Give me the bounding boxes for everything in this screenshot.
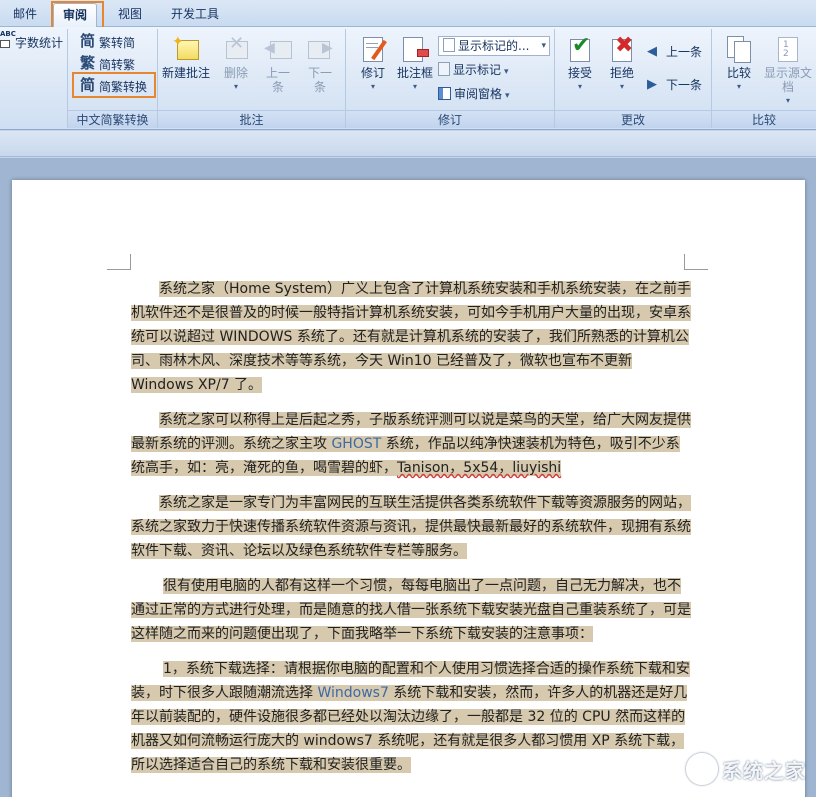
reject-button[interactable]: ✖ 拒绝 ▾ [597,35,647,94]
show-markup-button[interactable]: 显示标记 ▾ [438,61,509,80]
display-markup-icon [443,38,455,52]
paragraph-2-keyword: GHOST [331,436,382,452]
compare-dropdown-icon: ▾ [736,82,741,91]
traditional-to-simplified-button[interactable]: 简繁转简 [80,32,136,53]
paragraph-1-text: 系统之家（Home System）广义上包含了计算机系统安装和手机系统安装，在之… [131,281,691,393]
show-source-documents-button[interactable]: 12 显示源文档 ▾ [762,35,814,108]
annotation-highlight-conversion [72,72,156,98]
watermark: 系统之家 [686,749,806,791]
paragraph-5[interactable]: 1，系统下载选择：请根据你电脑的配置和个人使用习惯选择合适的操作系统下载和安装，… [131,657,691,777]
tab-developer[interactable]: 开发工具 [162,3,228,27]
compare-button[interactable]: 比较 ▾ [714,35,764,94]
previous-change-icon: ◀ [647,44,657,59]
previous-change-button[interactable]: ◀ 上一条 [647,43,702,62]
paragraph-4-text: 很有使用电脑的人都有这样一个习惯，每每电脑出了一点问题，自己无力解决，也不通过正… [131,578,691,642]
group-comments: ✦ 新建批注 ✕ 删除 ▾ ◀ 上一条 ▶ 下一条 批注 [158,29,346,128]
group-changes: ✔ 接受 ▾ ✖ 拒绝 ▾ ◀ 上一条 ▶ 下一条 更改 [555,29,712,128]
ribbon-tab-bar: 邮件 审阅 视图 开发工具 [0,0,816,27]
next-comment-icon: ▶ [306,35,334,63]
label-show-source: 显示源文档 [763,66,812,94]
watermark-logo-icon [686,753,718,785]
show-markup-icon [438,62,450,76]
ruler-strip [0,131,816,157]
display-for-review-select[interactable]: 显示标记的... ▾ [438,36,550,56]
group-compare: 比较 ▾ 12 显示源文档 ▾ 比较 [712,29,816,128]
watermark-text: 系统之家 [722,759,806,783]
label-previous-comment: 上一条 [265,66,290,94]
group-label-tracking: 修订 [346,110,554,128]
group-label-compare: 比较 [712,110,816,128]
display-markup-chevron-down-icon: ▾ [541,41,546,51]
label-next-change: 下一条 [666,78,703,92]
tab-mailings[interactable]: 邮件 [4,3,46,27]
reviewing-pane-chevron-down-icon: ▾ [505,91,510,101]
document-canvas[interactable]: 系统之家（Home System）广义上包含了计算机系统安装和手机系统安装，在之… [0,158,816,797]
label-previous-change: 上一条 [666,45,703,59]
label-track-changes: 修订 [360,66,385,80]
delete-comment-icon: ✕ [222,35,250,63]
reject-icon: ✖ [608,35,636,63]
group-label-changes: 更改 [555,110,711,128]
document-page[interactable]: 系统之家（Home System）广义上包含了计算机系统安装和手机系统安装，在之… [12,180,805,797]
word-count-icon: ABC [0,30,16,50]
paragraph-1[interactable]: 系统之家（Home System）广义上包含了计算机系统安装和手机系统安装，在之… [131,277,691,397]
label-new-comment: 新建批注 [161,66,210,80]
traditional-char-icon: 繁 [80,54,96,72]
label-to-simplified: 繁转简 [99,36,136,50]
paragraph-5-keyword: Windows7 [317,685,389,701]
label-compare: 比较 [726,66,751,80]
group-label-comments: 批注 [158,110,345,128]
simplified-char-icon: 简 [80,32,96,50]
show-source-dropdown-icon: ▾ [785,96,790,105]
tab-view[interactable]: 视图 [109,3,151,27]
label-accept: 接受 [567,66,592,80]
group-label-chinese-conversion: 中文简繁转换 [68,110,157,128]
balloons-dropdown-icon: ▾ [412,82,417,91]
label-reviewing-pane: 审阅窗格 [454,87,503,101]
new-comment-button[interactable]: ✦ 新建批注 [161,35,211,80]
label-delete: 删除 [223,66,248,80]
paragraph-3-text: 系统之家是一家专门为丰富网民的互联生活提供各类系统软件下载等资源服务的网站，系统… [131,495,691,559]
paragraph-3[interactable]: 系统之家是一家专门为丰富网民的互联生活提供各类系统软件下载等资源服务的网站，系统… [131,491,691,563]
next-change-button[interactable]: ▶ 下一条 [647,76,702,95]
accept-icon: ✔ [566,35,594,63]
word-count-button[interactable]: ABC 字数统计 [0,30,64,53]
balloons-icon [401,35,429,63]
new-comment-icon: ✦ [172,35,200,63]
balloons-button[interactable]: 批注框 ▾ [390,35,440,94]
show-source-documents-icon: 12 [774,35,802,63]
word-count-label: 字数统计 [15,36,64,50]
show-markup-chevron-down-icon: ▾ [504,67,509,77]
document-body[interactable]: 系统之家（Home System）广义上包含了计算机系统安装和手机系统安装，在之… [131,277,691,788]
crop-mark-top-right [684,254,708,270]
label-to-traditional: 简转繁 [99,58,136,72]
label-reject: 拒绝 [609,66,634,80]
ribbon: ABC 字数统计 简繁转简 繁简转繁 简简繁转换 中文简繁转换 ✦ 新建批注 ✕… [0,27,816,130]
group-tracking: 修订 ▾ 批注框 ▾ 显示标记的... ▾ 显示标记 ▾ 审阅窗格 ▾ 修订 [346,29,555,128]
group-proofing: ABC 字数统计 [0,29,68,128]
previous-comment-icon: ◀ [264,35,292,63]
next-comment-button[interactable]: ▶ 下一条 [295,35,345,94]
paragraph-2[interactable]: 系统之家可以称得上是后起之秀，子版系统评测可以说是菜鸟的天堂，给广大网友提供最新… [131,408,691,480]
label-balloons: 批注框 [396,66,433,80]
display-markup-value: 显示标记的... [458,39,530,53]
label-next-comment: 下一条 [307,66,332,94]
paragraph-4[interactable]: 很有使用电脑的人都有这样一个习惯，每每电脑出了一点问题，自己无力解决，也不通过正… [131,574,691,646]
crop-mark-top-left [107,254,131,270]
next-change-icon: ▶ [647,77,657,92]
annotation-highlight-review-tab [51,1,104,29]
reviewing-pane-button[interactable]: 审阅窗格 ▾ [438,85,510,104]
label-show-markup: 显示标记 [453,63,502,77]
track-changes-icon [359,35,387,63]
reject-dropdown-icon: ▾ [619,82,624,91]
reviewing-pane-icon [438,87,451,100]
compare-icon [725,35,753,63]
paragraph-2-misspelled-names: Tanison，5x54，liuyishi [397,460,562,476]
